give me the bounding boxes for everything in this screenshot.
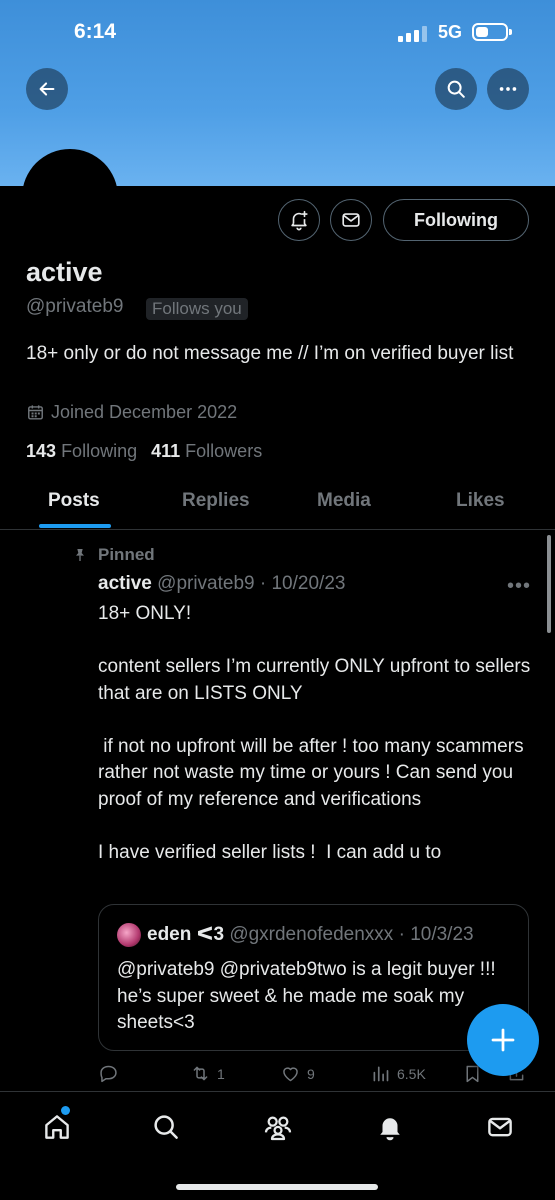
messages-icon (488, 1117, 512, 1137)
quote-header: eden ᐸ3 @gxrdenofedenxxx · 10/3/23 (147, 923, 474, 946)
following-button[interactable]: Following (383, 199, 529, 241)
profile-name: active (26, 257, 103, 287)
reply-icon (100, 1065, 117, 1083)
battery-icon (472, 23, 512, 41)
following-label: Following (61, 441, 138, 461)
avatar[interactable] (22, 149, 118, 245)
scrollbar[interactable] (547, 535, 551, 633)
home-indicator (176, 1184, 378, 1190)
nav-explore[interactable] (149, 1110, 183, 1144)
notify-button[interactable] (278, 199, 320, 241)
search-icon (447, 80, 465, 98)
status-time: 6:14 (74, 20, 117, 43)
joined-date: Joined December 2022 (26, 402, 237, 423)
compose-button[interactable] (467, 1004, 539, 1076)
tweet-author-name[interactable]: active (98, 573, 152, 594)
explore-icon (154, 1115, 178, 1139)
tab-posts[interactable]: Posts (48, 490, 100, 512)
back-arrow-icon (39, 82, 55, 96)
nav-messages[interactable] (483, 1110, 517, 1144)
following-link[interactable]: 143 Following (26, 441, 137, 461)
following-count: 143 (26, 441, 57, 461)
retweet-count: 1 (217, 1065, 225, 1082)
retweet-button[interactable]: 1 (190, 1063, 225, 1084)
like-icon (283, 1067, 298, 1082)
retweet-icon (193, 1066, 208, 1081)
tab-likes[interactable]: Likes (456, 490, 505, 512)
follow-stats: 143 Following 411 Followers (26, 441, 262, 462)
notification-bell-plus-icon (291, 210, 308, 231)
pinned-indicator: Pinned (72, 545, 155, 565)
message-button[interactable] (330, 199, 372, 241)
calendar-icon (28, 405, 43, 420)
nav-communities[interactable] (261, 1110, 295, 1144)
tab-replies[interactable]: Replies (182, 490, 250, 512)
followers-count: 411 (151, 441, 181, 461)
pinned-label: Pinned (98, 545, 155, 564)
reply-button[interactable] (98, 1063, 125, 1084)
follows-you-badge: Follows you (146, 298, 248, 320)
quote-text: @privateb9 @privateb9two is a legit buye… (117, 959, 496, 1033)
status-bar: 6:14 5G (0, 20, 555, 48)
communities-icon (264, 1116, 292, 1141)
active-tab-indicator (39, 524, 111, 528)
nav-notifications[interactable] (373, 1110, 407, 1144)
mail-icon (342, 213, 360, 227)
bottom-navigation (0, 1091, 555, 1200)
home-notification-dot (61, 1106, 70, 1115)
tweet-header: active @privateb9 · 10/20/23 (98, 573, 345, 595)
network-label: 5G (438, 22, 463, 42)
nav-home[interactable] (40, 1110, 74, 1144)
followers-link[interactable]: 411 Followers (151, 441, 262, 461)
more-options-button[interactable] (487, 68, 529, 110)
profile-bio: 18+ only or do not message me // I’m on … (26, 343, 514, 364)
tweet-more-icon[interactable]: ••• (507, 575, 531, 598)
joined-label: Joined December 2022 (51, 402, 238, 422)
quote-handle-date: @gxrdenofedenxxx · 10/3/23 (229, 924, 474, 945)
compose-plus-icon (491, 1028, 515, 1052)
profile-handle: @privateb9 (26, 296, 124, 317)
signal-icon (398, 26, 428, 42)
like-button[interactable]: 9 (280, 1063, 315, 1084)
tab-media[interactable]: Media (317, 490, 371, 512)
search-button[interactable] (435, 68, 477, 110)
quote-avatar (117, 923, 141, 947)
views-icon (373, 1066, 389, 1082)
followers-label: Followers (185, 441, 263, 461)
like-count: 9 (307, 1065, 315, 1082)
tweet-actions: 1 9 6.5K (98, 1063, 538, 1087)
pin-icon (76, 549, 84, 561)
tweet-text: 18+ ONLY! content sellers I’m currently … (98, 603, 531, 863)
more-icon (499, 87, 517, 91)
home-icon (45, 1115, 69, 1139)
profile-tabs: Posts Replies Media Likes (0, 476, 555, 530)
quote-author-name: eden ᐸ3 (147, 924, 225, 945)
views-button[interactable]: 6.5K (370, 1063, 426, 1084)
notifications-icon (380, 1118, 400, 1141)
tweet-handle-date: @privateb9 · 10/20/23 (157, 573, 346, 594)
views-count: 6.5K (397, 1065, 426, 1082)
back-button[interactable] (26, 68, 68, 110)
quoted-tweet[interactable]: eden ᐸ3 @gxrdenofedenxxx · 10/3/23 @priv… (98, 904, 529, 1051)
